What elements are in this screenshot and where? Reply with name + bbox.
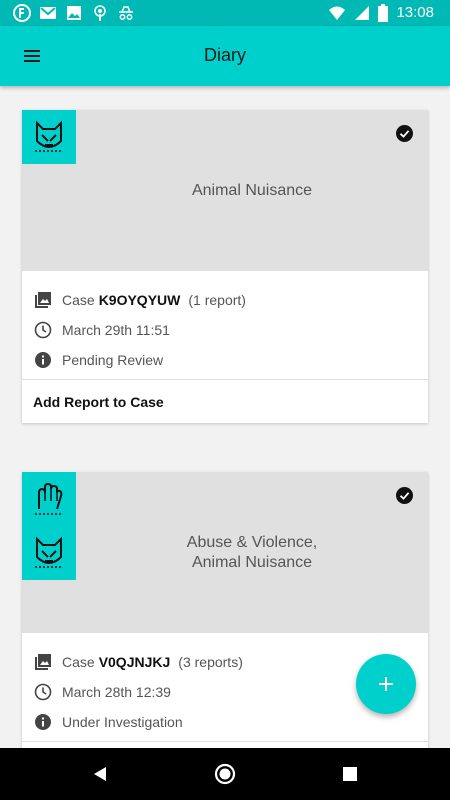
case-date: March 28th 12:39 (62, 684, 171, 700)
report-count: (1 report) (188, 292, 246, 308)
incognito-icon (119, 6, 133, 20)
clock-icon (34, 683, 52, 701)
selected-check-icon[interactable] (396, 125, 413, 142)
category-label: Abuse & Violence, Animal Nuisance (186, 534, 318, 571)
case-id: K9OYQYUW (98, 292, 181, 308)
system-navigation-bar (0, 748, 450, 800)
photo-library-icon (34, 291, 52, 309)
status-bar: 13:08 (0, 0, 450, 26)
selected-check-icon[interactable] (396, 487, 413, 504)
info-icon (34, 713, 52, 731)
gmail-icon (40, 7, 56, 19)
info-icon (34, 351, 52, 369)
recents-icon (343, 767, 357, 781)
wifi-icon (329, 6, 346, 20)
app-bar: Diary (0, 26, 450, 86)
case-card-media[interactable]: Animal Nuisance (22, 110, 428, 271)
case-status: Under Investigation (62, 714, 183, 730)
case-card-media[interactable]: Abuse & Violence, Animal Nuisance (22, 472, 428, 633)
animal-nuisance-icon (22, 110, 76, 164)
abuse-violence-icon (22, 472, 76, 526)
image-icon (67, 6, 81, 20)
signal-icon (355, 6, 370, 20)
report-count: (3 reports) (178, 654, 243, 670)
case-status: Pending Review (62, 352, 164, 368)
case-card[interactable]: Animal Nuisance Case K9OYQYUW (1 report)… (22, 110, 428, 423)
podcast-icon (94, 5, 106, 21)
recents-button[interactable] (338, 762, 362, 786)
photo-library-icon (34, 653, 52, 671)
page-title: Diary (203, 45, 246, 65)
status-row: Pending Review (34, 345, 416, 375)
animal-nuisance-icon (22, 526, 76, 580)
add-icon (379, 677, 393, 691)
case-info: Case K9OYQYUW (1 report) March 29th 11:5… (22, 271, 428, 379)
firefox-icon (13, 4, 31, 22)
status-row: Under Investigation (34, 707, 416, 737)
home-icon (214, 763, 236, 785)
back-button[interactable] (88, 762, 112, 786)
add-case-fab[interactable] (356, 654, 416, 714)
diary-list[interactable]: Animal Nuisance Case K9OYQYUW (1 report)… (0, 86, 450, 748)
card-action[interactable] (22, 741, 428, 748)
clock-icon (34, 321, 52, 339)
case-id: V0QJNJKJ (98, 654, 171, 670)
home-button[interactable] (213, 762, 237, 786)
case-row: Case K9OYQYUW (1 report) (34, 285, 416, 315)
back-icon (94, 767, 106, 781)
add-report-to-case-button[interactable]: Add Report to Case (22, 379, 428, 423)
system-icons: 13:08 (328, 3, 434, 23)
notification-icons (12, 3, 136, 23)
date-row: March 29th 11:51 (34, 315, 416, 345)
clock: 13:08 (396, 4, 434, 21)
category-label: Animal Nuisance (191, 182, 313, 199)
battery-icon (378, 4, 389, 22)
case-date: March 29th 11:51 (62, 322, 170, 338)
